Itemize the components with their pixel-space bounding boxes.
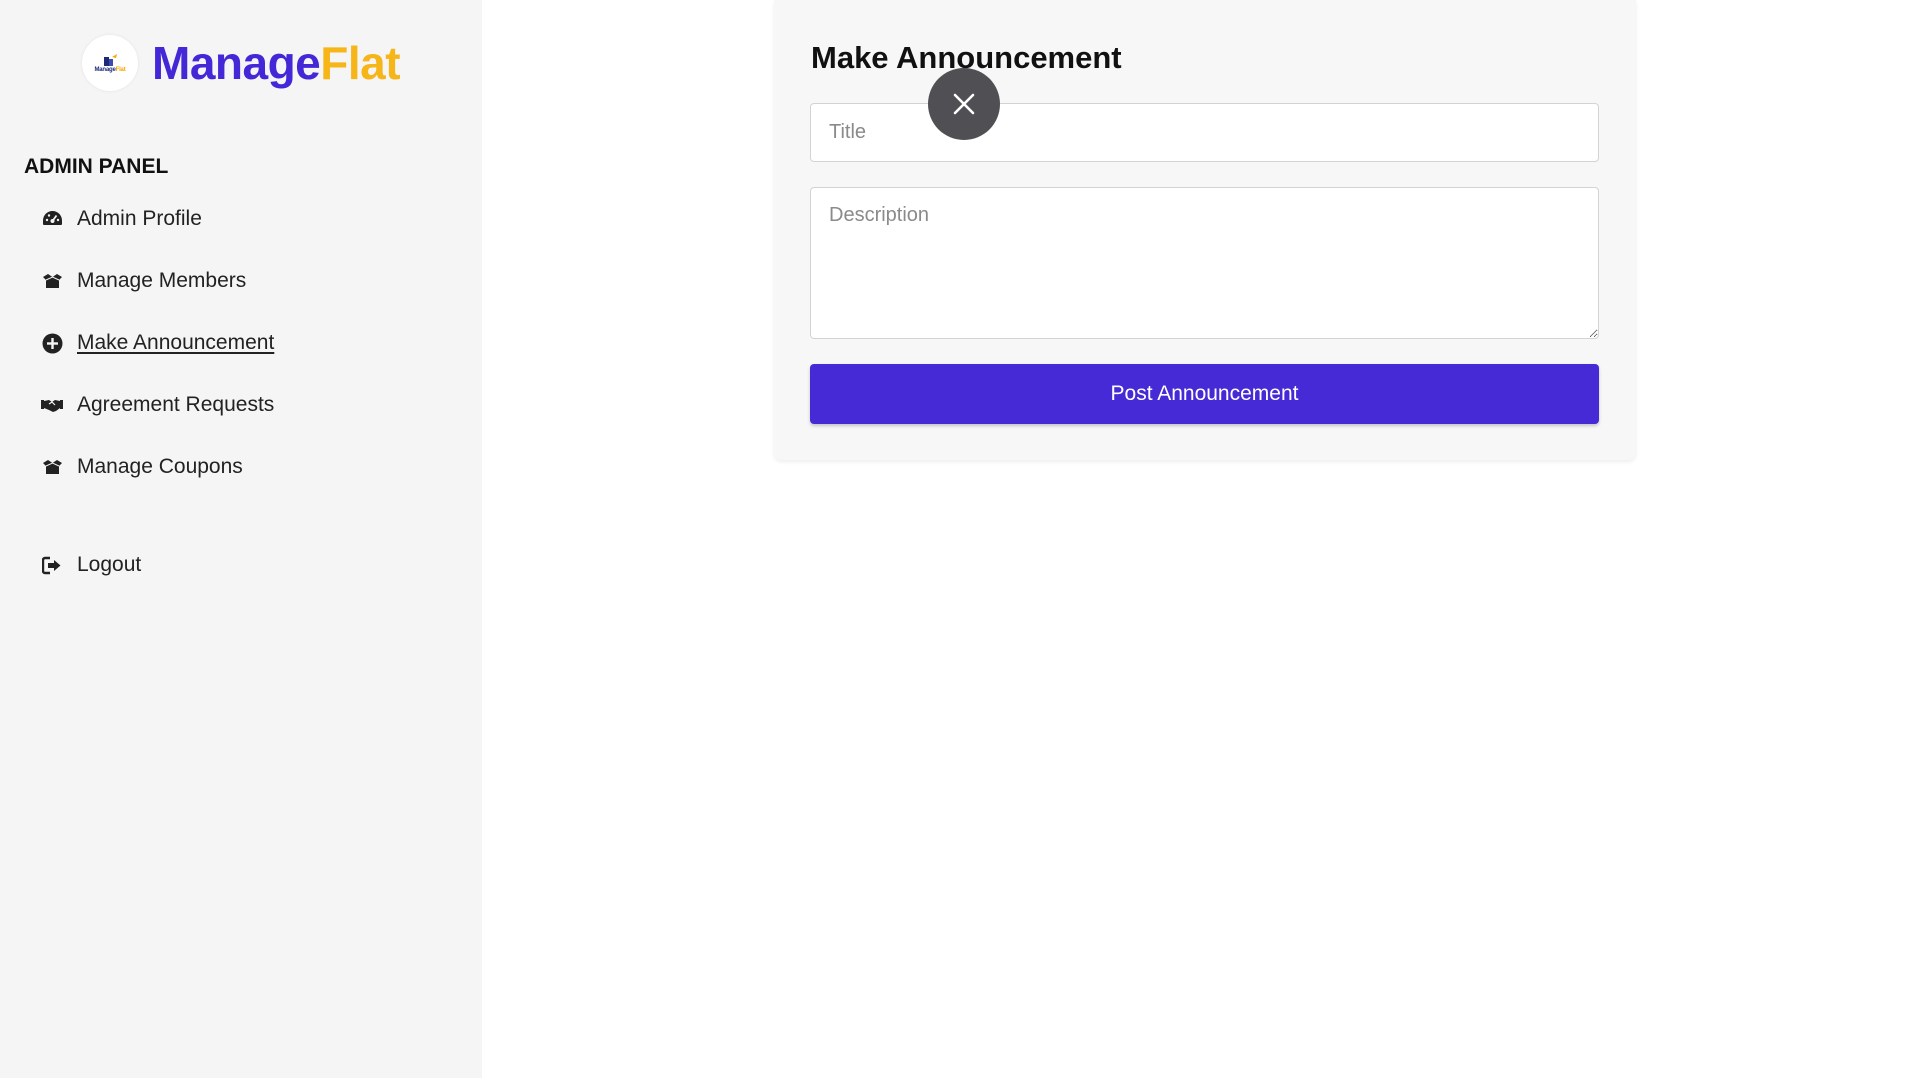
sidebar-item-manage-members[interactable]: Manage Members [41,269,246,293]
logo-text-accent: Flat [115,66,126,73]
brand-name: ManageFlat [152,37,401,89]
brand-name-first: Manage [152,37,321,89]
sidebar: ManageFlat ManageFlat ADMIN PANEL Admin … [0,0,482,1078]
announcement-card: Make Announcement Post Announcement [774,0,1636,460]
sidebar-item-label: Manage Coupons [77,455,243,478]
brand-name-second: Flat [320,37,401,89]
post-announcement-button[interactable]: Post Announcement [810,364,1599,424]
sidebar-item-label: Agreement Requests [77,393,275,416]
sidebar-item-make-announcement[interactable]: Make Announcement [41,331,274,355]
sidebar-item-manage-coupons[interactable]: Manage Coupons [41,455,243,479]
sidebar-item-label: Manage Members [77,269,247,292]
logo-text: ManageFlat [94,67,125,73]
building-icon [104,53,117,66]
logout-icon [41,554,63,576]
handshake-icon [41,394,63,416]
close-overlay-button[interactable] [928,68,1000,140]
close-icon [953,93,975,115]
announcement-description-input[interactable] [810,187,1599,339]
box-open-icon [41,270,63,292]
brand[interactable]: ManageFlat ManageFlat [82,35,401,91]
plus-circle-icon [41,332,63,354]
sidebar-item-label: Make Announcement [77,331,275,354]
box-open-icon [41,456,63,478]
dashboard-gauge-icon [41,208,63,230]
logout-button[interactable]: Logout [41,553,141,577]
admin-panel-heading: ADMIN PANEL [24,155,169,178]
logout-label: Logout [77,553,142,576]
brand-logo: ManageFlat [82,35,138,91]
sidebar-item-agreement-requests[interactable]: Agreement Requests [41,393,274,417]
logo-text-main: Manage [94,66,116,73]
sidebar-item-label: Admin Profile [77,207,202,230]
sidebar-item-admin-profile[interactable]: Admin Profile [41,207,202,231]
